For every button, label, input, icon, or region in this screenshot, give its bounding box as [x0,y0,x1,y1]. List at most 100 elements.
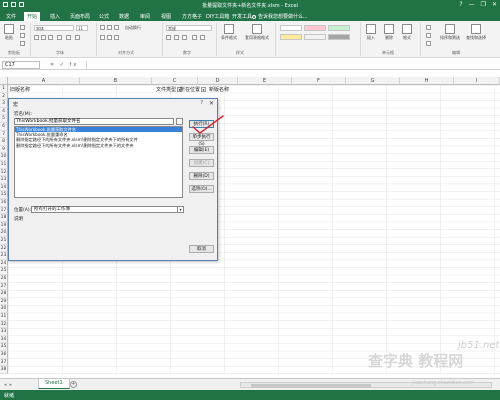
clear-icon[interactable] [426,41,431,46]
tab-home[interactable]: 开始 [24,12,41,21]
delete-button[interactable]: 删除(D) [189,172,214,180]
row-header[interactable]: 30 [0,305,8,313]
tab-insert[interactable]: 插入 [50,13,60,20]
add-sheet-icon[interactable]: + [70,381,77,388]
row-header[interactable]: 34 [0,335,8,344]
format-cells-button[interactable]: 格式 [402,24,412,41]
row-header[interactable]: 10 [0,153,8,161]
row-header[interactable]: 29 [0,297,8,306]
style-good[interactable] [328,25,350,31]
row-header[interactable]: 28 [0,290,8,298]
row-header[interactable]: 31 [0,313,8,321]
style-neutral[interactable] [280,34,302,40]
row-header[interactable]: 3 [0,100,8,108]
align-right-icon[interactable] [114,35,119,40]
row-header[interactable]: 35 [0,343,8,351]
align-center-icon[interactable] [107,35,112,40]
currency-icon[interactable] [166,35,171,40]
close-button[interactable]: ✕ [492,1,497,8]
row-header[interactable]: 32 [0,320,8,329]
row-header[interactable]: 25 [0,267,8,275]
row-header[interactable]: 37 [0,358,8,367]
macro-name-input[interactable]: ThisWorkbook.批量获取文件名 [14,118,174,125]
row-header[interactable]: 6 [0,123,8,131]
row-header[interactable]: 36 [0,351,8,359]
cell-c1[interactable]: 所在位置 ▾ [180,86,207,93]
column-header-a[interactable]: A [8,77,80,85]
copy-icon[interactable] [20,33,25,38]
italic-icon[interactable] [41,35,46,40]
number-format-select[interactable]: 常规 [166,25,212,31]
tab-diy-toolbox[interactable]: DIY工具箱 [206,13,229,20]
format-painter-icon[interactable] [20,41,25,46]
tab-developer[interactable]: 开发工具 [232,13,252,20]
cell-d1[interactable]: 新版名称 [209,86,229,93]
font-size-select[interactable]: 11 [76,25,88,31]
align-left-icon[interactable] [100,35,105,40]
row-header[interactable]: 8 [0,138,8,146]
cell-b1[interactable]: 文件类型 ▾ [156,86,183,93]
name-box[interactable]: C17 [2,61,40,69]
filter-dropdown-icon[interactable]: ▾ [201,87,207,92]
percent-icon[interactable] [174,35,179,40]
create-button[interactable]: 创建(C) [189,159,214,167]
underline-icon[interactable] [48,35,53,40]
row-header[interactable]: 2 [0,92,8,101]
insert-cells-button[interactable]: 插入 [366,24,376,41]
sheet-navigation[interactable]: ◂▸ [4,382,15,388]
column-header-h[interactable]: H [400,77,454,85]
bold-icon[interactable] [34,35,39,40]
tab-file[interactable]: 文件 [6,13,16,20]
row-header[interactable]: 24 [0,259,8,268]
row-header[interactable]: 23 [0,252,8,260]
row-header[interactable]: 5 [0,115,8,123]
row-header[interactable]: 16 [0,199,8,207]
row-header[interactable]: 1 [0,85,8,93]
scrollbar-thumb[interactable] [251,383,371,388]
select-all-corner[interactable] [0,77,8,85]
row-header[interactable]: 27 [0,282,8,291]
column-header-c[interactable]: C [152,77,198,85]
row-header[interactable]: 38 [0,366,8,374]
font-color-icon[interactable] [75,35,80,40]
autosum-icon[interactable] [426,25,431,30]
row-header[interactable]: 21 [0,237,8,245]
tab-view[interactable]: 视图 [161,13,171,20]
tab-fangfanggezi[interactable]: 方方格子 [182,13,202,20]
tab-review[interactable]: 审阅 [140,13,150,20]
formula-input[interactable] [86,61,496,69]
column-header-b[interactable]: B [80,77,152,85]
format-as-table-button[interactable]: 套用表格格式 [245,24,269,41]
align-middle-icon[interactable] [107,25,112,30]
macro-list-item[interactable]: 删除指定路径下的所有文件夹.xlsm!删除指定文件夹下的文件夹 [15,143,182,148]
border-icon[interactable] [57,35,62,40]
increase-decimal-icon[interactable] [192,35,197,40]
column-header-g[interactable]: G [346,77,400,85]
row-header[interactable]: 22 [0,244,8,253]
fill-color-icon[interactable] [66,35,71,40]
conditional-format-button[interactable]: 条件格式 [221,24,237,41]
tell-me-box[interactable]: 告诉我您想要做什么... [252,13,308,20]
comma-icon[interactable] [182,35,187,40]
row-header[interactable]: 13 [0,176,8,184]
align-bottom-icon[interactable] [114,25,119,30]
paste-button[interactable]: 粘贴 [4,24,14,41]
row-header[interactable]: 17 [0,206,8,215]
row-header[interactable]: 26 [0,275,8,283]
row-header[interactable]: 33 [0,328,8,336]
sort-filter-button[interactable]: 排序和筛选 [440,24,460,41]
macro-list[interactable]: ThisWorkbook.批量获取文件名 ThisWorkbook.批量重命名 … [14,126,183,198]
column-header-d[interactable]: D [198,77,238,85]
tab-formulas[interactable]: 公式 [99,13,109,20]
row-header[interactable]: 15 [0,191,8,199]
tab-data[interactable]: 数据 [119,13,129,20]
restore-button[interactable]: ❐ [481,1,486,8]
tab-page-layout[interactable]: 页面布局 [70,13,90,20]
style-bad[interactable] [304,25,326,31]
cell-a1[interactable]: 旧版名称 [10,86,30,93]
style-calculation[interactable] [304,34,326,40]
delete-cells-button[interactable]: 删除 [384,24,394,41]
merge-center-button[interactable] [124,35,154,41]
decrease-decimal-icon[interactable] [200,35,205,40]
minimize-button[interactable]: — [469,1,475,8]
